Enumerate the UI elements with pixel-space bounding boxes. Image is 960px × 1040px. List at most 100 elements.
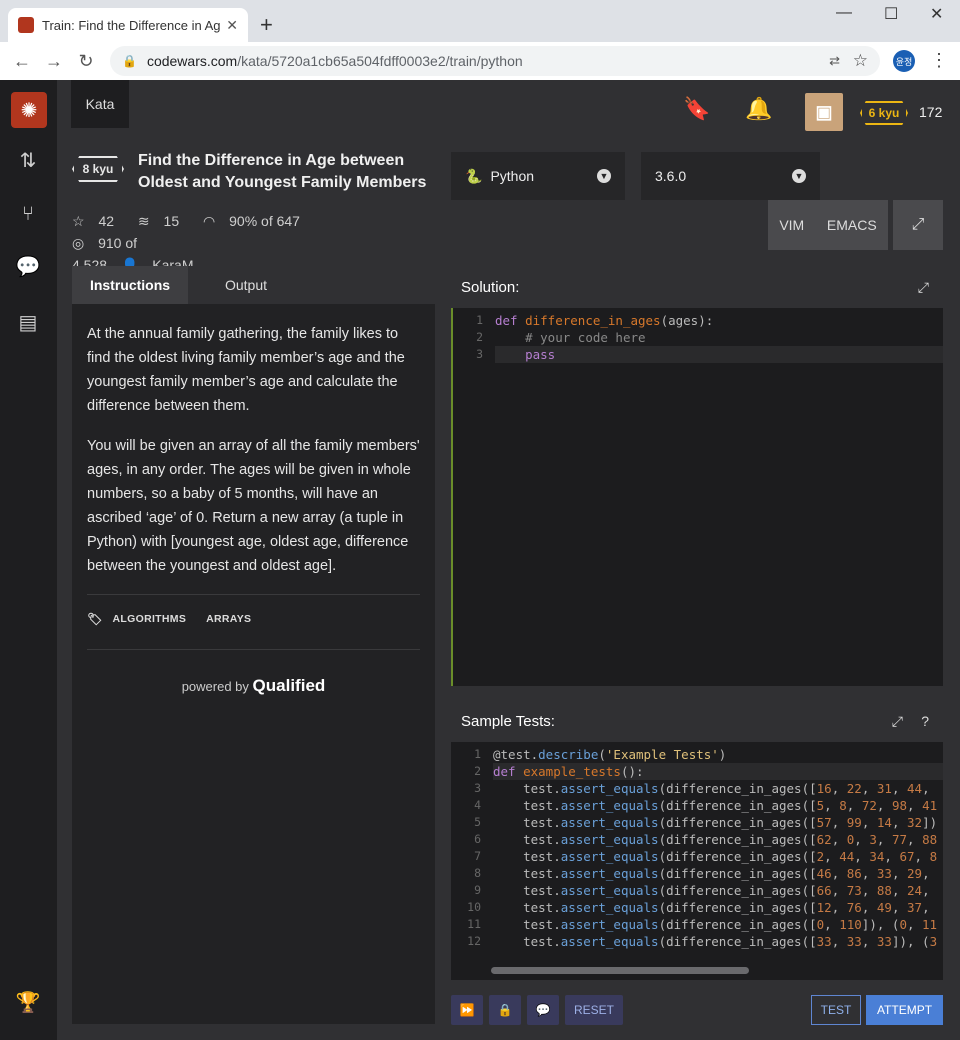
line-number: 6 xyxy=(474,832,481,846)
tag-arrays[interactable]: ARRAYS xyxy=(206,607,251,631)
sample-tests-code: @test.describe('Example Tests') def examp… xyxy=(493,746,943,950)
user-avatar[interactable]: ▣ xyxy=(805,93,843,131)
fork-icon[interactable]: ⑂ xyxy=(14,200,42,228)
stars-count: 42 xyxy=(98,213,115,229)
test-button[interactable]: TEST xyxy=(811,995,861,1025)
expand-icon[interactable]: ⤢ xyxy=(918,279,929,296)
kata-title[interactable]: Find the Difference in Age between Oldes… xyxy=(138,150,442,194)
emacs-mode-button[interactable]: EMACS xyxy=(827,217,877,233)
line-number: 7 xyxy=(474,849,481,863)
line-number: 11 xyxy=(467,917,481,931)
chat-icon: 💬 xyxy=(535,1003,551,1017)
browser-tab[interactable]: Train: Find the Difference in Age ✕ xyxy=(8,8,248,42)
target-icon: ◎ xyxy=(72,235,85,251)
satisfaction-value: 90% of 647 xyxy=(229,213,300,229)
attempt-button[interactable]: ATTEMPT xyxy=(866,995,943,1025)
codewars-logo-icon[interactable]: ✺ xyxy=(11,92,47,128)
instructions-panel: Instructions Output At the annual family… xyxy=(72,266,435,1024)
practice-icon[interactable]: ⇅ xyxy=(14,146,42,174)
tab-output[interactable]: Output xyxy=(188,266,304,304)
profile-avatar[interactable]: 윤정 xyxy=(893,50,915,72)
maximize-icon[interactable]: ☐ xyxy=(884,4,898,24)
line-number: 12 xyxy=(467,934,481,948)
translate-icon[interactable]: ⇄ xyxy=(829,53,840,69)
browser-toolbar: ← → ↻ 🔒 codewars.com/kata/5720a1cb65a504… xyxy=(0,42,960,80)
vim-mode-button[interactable]: VIM xyxy=(779,217,804,233)
bookmark-star-icon[interactable]: ☆ xyxy=(853,51,868,71)
kata-difficulty-badge: 8 kyu xyxy=(72,156,124,182)
satisfaction-icon: ◠ xyxy=(203,213,216,229)
code-line: # your code here xyxy=(525,330,646,345)
solution-editor[interactable]: 1 2 3 def difference_in_ages(ages): # yo… xyxy=(451,308,943,686)
url-host: codewars.com xyxy=(146,53,238,69)
line-number: 1 xyxy=(476,313,483,327)
line-number: 2 xyxy=(476,330,483,344)
instructions-tabs: Instructions Output xyxy=(72,266,435,304)
sidebar: ✺ ⇅ ⑂ 💬 ▤ 🏆 xyxy=(0,80,57,1040)
address-bar[interactable]: 🔒 codewars.com/kata/5720a1cb65a504fdff00… xyxy=(110,46,880,76)
line-numbers: 1 2 3 4 5 6 7 8 9 10 11 12 xyxy=(451,746,481,950)
code-line: test.assert_equals(difference_in_ages([4… xyxy=(493,866,930,881)
language-value: Python xyxy=(490,168,535,184)
unlock-solutions-button[interactable]: 🔒 xyxy=(489,995,521,1025)
tag-icon: 🏷 xyxy=(87,612,103,626)
collections-count: 15 xyxy=(163,213,180,229)
notification-bell-icon[interactable]: 🔔 xyxy=(745,96,772,122)
kata-nav-tab[interactable]: Kata xyxy=(71,80,129,128)
line-number: 3 xyxy=(474,781,481,795)
forward-icon[interactable]: → xyxy=(38,51,70,72)
line-number: 3 xyxy=(476,347,483,361)
sample-tests-editor[interactable]: 1 2 3 4 5 6 7 8 9 10 11 12 @test.describ… xyxy=(451,742,943,980)
back-icon[interactable]: ← xyxy=(6,51,38,72)
discuss-icon[interactable]: 💬 xyxy=(14,252,42,280)
line-number: 2 xyxy=(474,764,481,778)
new-tab-icon[interactable]: + xyxy=(260,12,273,38)
docs-icon[interactable]: ▤ xyxy=(14,308,42,336)
line-numbers: 1 2 3 xyxy=(453,312,483,363)
sample-tests-panel: Sample Tests: ⤢ ? 1 2 3 4 5 6 7 8 9 10 1… xyxy=(451,700,943,980)
version-value: 3.6.0 xyxy=(655,168,687,184)
tag-algorithms[interactable]: ALGORITHMS xyxy=(113,607,187,631)
url-path: /kata/5720a1cb65a504fdff0003e2/train/pyt… xyxy=(237,53,523,69)
code-line: test.assert_equals(difference_in_ages([6… xyxy=(493,832,938,847)
stars-stat[interactable]: ☆ 42 xyxy=(72,213,124,229)
code-line: test.assert_equals(difference_in_ages([0… xyxy=(493,917,938,932)
code-line: @test.describe('Example Tests') xyxy=(493,747,727,762)
chevron-down-icon: ▼ xyxy=(597,169,611,183)
language-select[interactable]: 🐍 Python ▼ xyxy=(451,152,625,200)
code-line: def difference_in_ages(ages): xyxy=(495,313,714,328)
fast-forward-icon: ⏩ xyxy=(459,1003,475,1017)
browser-tab-title: Train: Find the Difference in Age xyxy=(42,17,221,33)
line-number: 10 xyxy=(467,900,481,914)
skip-button[interactable]: ⏩ xyxy=(451,995,483,1025)
codewars-favicon-icon xyxy=(18,17,34,33)
stack-icon: ≋ xyxy=(137,213,150,229)
completed-stat: ◎ 910 of xyxy=(72,235,147,251)
python-icon: 🐍 xyxy=(465,167,483,184)
code-line: test.assert_equals(difference_in_ages([1… xyxy=(493,781,930,796)
discuss-button[interactable]: 💬 xyxy=(527,995,559,1025)
bookmark-icon[interactable]: 🔖 xyxy=(683,96,710,122)
reload-icon[interactable]: ↻ xyxy=(70,51,102,72)
code-line: def example_tests(): xyxy=(493,763,943,780)
help-icon[interactable]: ? xyxy=(921,713,929,729)
menu-kebab-icon[interactable]: ⋮ xyxy=(930,50,948,71)
close-tab-icon[interactable]: ✕ xyxy=(226,17,238,34)
editor-mode-buttons: VIM EMACS xyxy=(768,200,888,250)
expand-icon[interactable]: ⤢ xyxy=(892,713,903,730)
divider xyxy=(87,594,420,595)
trophy-icon[interactable]: 🏆 xyxy=(14,988,42,1016)
horizontal-scrollbar[interactable] xyxy=(491,967,749,974)
divider xyxy=(87,649,420,650)
powered-by-qualified[interactable]: powered by Qualified xyxy=(87,674,420,699)
version-select[interactable]: 3.6.0 ▼ xyxy=(641,152,820,200)
sample-tests-label: Sample Tests: xyxy=(461,712,555,730)
completed-value: 910 of xyxy=(98,235,138,251)
solution-code: def difference_in_ages(ages): # your cod… xyxy=(495,312,943,363)
collections-stat[interactable]: ≋ 15 xyxy=(138,213,189,229)
minimize-icon[interactable]: — xyxy=(836,4,852,22)
tab-instructions[interactable]: Instructions xyxy=(72,266,188,304)
reset-button[interactable]: RESET xyxy=(565,995,623,1025)
fullscreen-button[interactable]: ⤢ xyxy=(893,200,943,250)
close-window-icon[interactable]: ✕ xyxy=(930,4,943,24)
